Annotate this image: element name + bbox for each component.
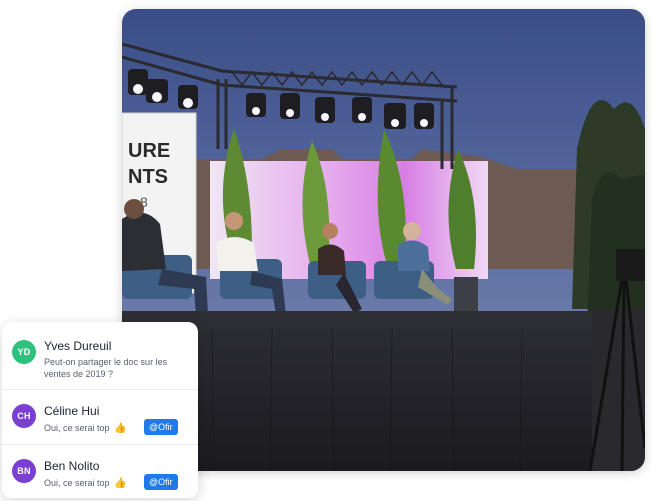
avatar: CH <box>12 404 36 428</box>
chat-message-text: Oui, ce serai top <box>44 478 110 488</box>
chat-message-text: Oui, ce serai top <box>44 423 110 433</box>
chat-message-text: Peut-on partager le doc sur les ventes d… <box>44 357 168 379</box>
chat-message-text-row: Oui, ce serai top 👍 <box>44 477 127 490</box>
chat-panel: YD Yves Dureuil Peut-on partager le doc … <box>2 322 198 498</box>
thumbs-up-icon: 👍 <box>114 423 127 434</box>
banner-line-2: NTS <box>128 166 168 188</box>
event-photo: URE NTS 8 <box>122 9 645 471</box>
mention-tag[interactable]: @Ofir <box>144 474 178 490</box>
chat-message: CH Céline Hui Oui, ce serai top 👍 @Ofir <box>2 390 198 445</box>
chat-author-name: Yves Dureuil <box>44 339 112 353</box>
mention-tag[interactable]: @Ofir <box>144 419 178 435</box>
chat-author-name: Céline Hui <box>44 404 100 418</box>
avatar: YD <box>12 340 36 364</box>
chat-message: YD Yves Dureuil Peut-on partager le doc … <box>2 322 198 390</box>
thumbs-up-icon: 👍 <box>114 478 127 489</box>
chat-message: BN Ben Nolito Oui, ce serai top 👍 @Ofir <box>2 445 198 498</box>
chat-message-text-row: Oui, ce serai top 👍 <box>44 422 127 435</box>
banner-line-1: URE <box>128 140 170 162</box>
avatar: BN <box>12 459 36 483</box>
chat-author-name: Ben Nolito <box>44 459 100 473</box>
